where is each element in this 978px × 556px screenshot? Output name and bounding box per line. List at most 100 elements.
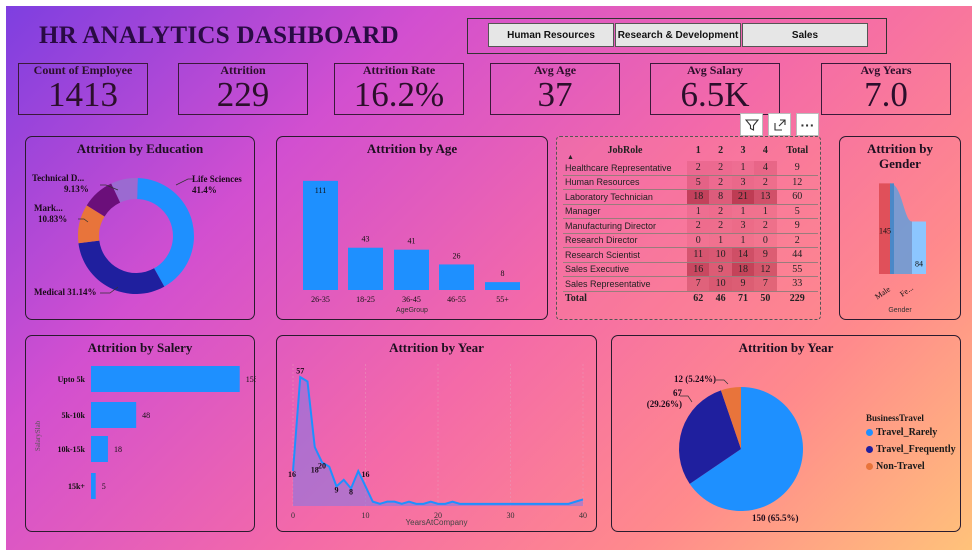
salary-bar-label: 158	[246, 375, 256, 384]
label-pct: 41.4%	[192, 185, 217, 195]
value-cell: 1	[687, 204, 710, 219]
value-cell: 13	[754, 189, 777, 205]
col-header-jobrole[interactable]: JobRole ▲	[563, 139, 687, 162]
age-tick-label: 26-35	[311, 295, 330, 304]
kpi-avg-years: Avg Years 7.0	[821, 63, 951, 115]
label-name: Technical D...	[32, 173, 85, 183]
salary-bar[interactable]	[91, 366, 240, 392]
value-cell: 1	[731, 161, 755, 176]
education-label-medical: Medical 31.14%	[34, 287, 97, 297]
table-row[interactable]: Laboratory Technician 18 8 21 13 60	[563, 189, 818, 205]
total-cell: 44	[776, 247, 818, 263]
legend-item-non-travel[interactable]: Non-Travel	[866, 461, 925, 472]
legend-dot	[866, 446, 873, 453]
grand-total-cell: 229	[789, 292, 805, 304]
more-options-icon[interactable]: ···	[796, 113, 819, 136]
education-label-technical: Technical D... 9.13%	[32, 173, 89, 195]
gender-tick-label: Fe...	[898, 283, 915, 298]
value-cell: 12	[754, 262, 777, 277]
kpi-attrition: Attrition 229	[178, 63, 308, 115]
years-point-label: 9	[335, 485, 339, 494]
kpi-value: 6.5K	[680, 75, 750, 114]
age-bar[interactable]	[348, 247, 383, 290]
jobrole-cell: Manager	[563, 204, 687, 219]
value-cell: 0	[687, 233, 710, 248]
dashboard-canvas: HR ANALYTICS DASHBOARD Human Resources R…	[6, 6, 972, 550]
total-cell: 60	[776, 189, 818, 205]
total-cell: 9	[776, 161, 818, 176]
legend-item-travel-rarely[interactable]: Travel_Rarely	[866, 427, 937, 438]
age-tick-label: 18-25	[356, 295, 375, 304]
donut-slice-medical[interactable]	[78, 240, 165, 294]
table-row[interactable]: Manager 1 2 1 1 5	[563, 204, 818, 219]
gender-bar-chart[interactable]: 145 84 Male Fe...	[840, 137, 962, 321]
value-cell: 18	[687, 189, 710, 205]
salary-bar-label: 18	[114, 445, 122, 454]
years-point-label: 20	[318, 461, 326, 470]
age-bar[interactable]	[394, 249, 429, 290]
jobrole-cell: Laboratory Technician	[563, 189, 687, 205]
years-area-chart[interactable]: 165720189 8160 10 20 30 40	[277, 336, 598, 533]
salary-card: Attrition by Salery SalarySlab 158 Upto 5…	[25, 335, 256, 533]
col-header-4[interactable]: 4	[754, 139, 776, 161]
jobrole-matrix[interactable]: JobRole ▲ 1 2 3 4 Total Healthcare Repre…	[556, 136, 821, 320]
donut-slice-life-sciences[interactable]	[137, 178, 194, 287]
total-value-cell: 71	[737, 292, 748, 304]
value-cell: 9	[731, 276, 755, 292]
salary-tick-label: 10k-15k	[57, 445, 85, 454]
gender-bar-label: 84	[915, 260, 923, 269]
salary-bar[interactable]	[91, 473, 96, 499]
age-bar-chart[interactable]: 111 26-35 43 18-25 41 36-45 26 46-55 8 55+	[277, 137, 549, 321]
years-card: Attrition by Year 16 57 20 18 9 8 16 0 10 20 30 40 …	[276, 335, 597, 532]
value-cell: 3	[731, 175, 755, 190]
slicer-sales[interactable]: Sales	[742, 23, 868, 47]
age-bar[interactable]	[485, 282, 520, 290]
filter-icon[interactable]	[740, 113, 763, 136]
table-row[interactable]: Healthcare Representative 2 2 1 4 9	[563, 161, 818, 176]
table-row[interactable]: Human Resources 5 2 3 2 12	[563, 175, 818, 190]
value-cell: 2	[687, 218, 710, 234]
total-value-cell: 62	[693, 292, 704, 304]
table-row[interactable]: Manufacturing Director 2 2 3 2 9	[563, 218, 818, 234]
col-header-3[interactable]: 3	[732, 139, 754, 161]
table-row[interactable]: Sales Representative 7 10 9 7 33	[563, 276, 818, 292]
jobrole-table: JobRole ▲ 1 2 3 4 Total Healthcare Repre…	[563, 139, 818, 305]
travel-label-non-travel: 12 (5.24%)	[674, 374, 716, 384]
sort-icon[interactable]: ▲	[567, 153, 574, 161]
age-bar[interactable]	[303, 180, 338, 290]
kpi-value: 229	[216, 75, 270, 114]
total-label: Total	[565, 292, 587, 304]
value-cell: 0	[754, 233, 777, 248]
value-cell: 1	[709, 233, 732, 248]
years-point-label: 16	[288, 470, 296, 479]
col-header-total[interactable]: Total	[777, 139, 818, 161]
table-row[interactable]: Research Director 0 1 1 0 2	[563, 233, 818, 248]
age-bar-label: 26	[453, 251, 461, 260]
value-cell: 2	[709, 161, 732, 176]
label-pct: 9.13%	[64, 184, 89, 194]
value-cell: 14	[731, 247, 755, 263]
salary-bar-chart[interactable]: SalarySlab 158 Upto 5k 48 5k-10k 18 10k-15k 5 1…	[26, 336, 256, 533]
jobrole-cell: Manufacturing Director	[563, 218, 687, 234]
kpi-count-of-employee: Count of Employee 1413	[18, 63, 148, 115]
age-bar-label: 8	[501, 269, 505, 278]
salary-bar[interactable]	[91, 436, 108, 462]
age-bar-label: 41	[408, 237, 416, 246]
age-bar[interactable]	[439, 264, 474, 290]
table-row[interactable]: Sales Executive 16 9 18 12 55	[563, 262, 818, 277]
slicer-human-resources[interactable]: Human Resources	[488, 23, 614, 47]
value-cell: 4	[754, 161, 777, 176]
legend-item-travel-frequently[interactable]: Travel_Frequently	[866, 444, 956, 455]
col-header-1[interactable]: 1	[687, 139, 709, 161]
table-row[interactable]: Research Scientist 11 10 14 9 44	[563, 247, 818, 263]
age-bar-label: 111	[315, 186, 326, 195]
focus-mode-icon[interactable]	[768, 113, 791, 136]
slicer-research-development[interactable]: Research & Development	[615, 23, 741, 47]
total-row: Total 62 46 71 50 229	[563, 291, 818, 305]
years-point-label: 8	[349, 488, 353, 497]
years-point-label: 57	[296, 366, 304, 375]
col-header-2[interactable]: 2	[709, 139, 731, 161]
total-cell: 5	[776, 204, 818, 219]
salary-bar[interactable]	[91, 402, 137, 428]
value-cell: 7	[687, 276, 710, 292]
